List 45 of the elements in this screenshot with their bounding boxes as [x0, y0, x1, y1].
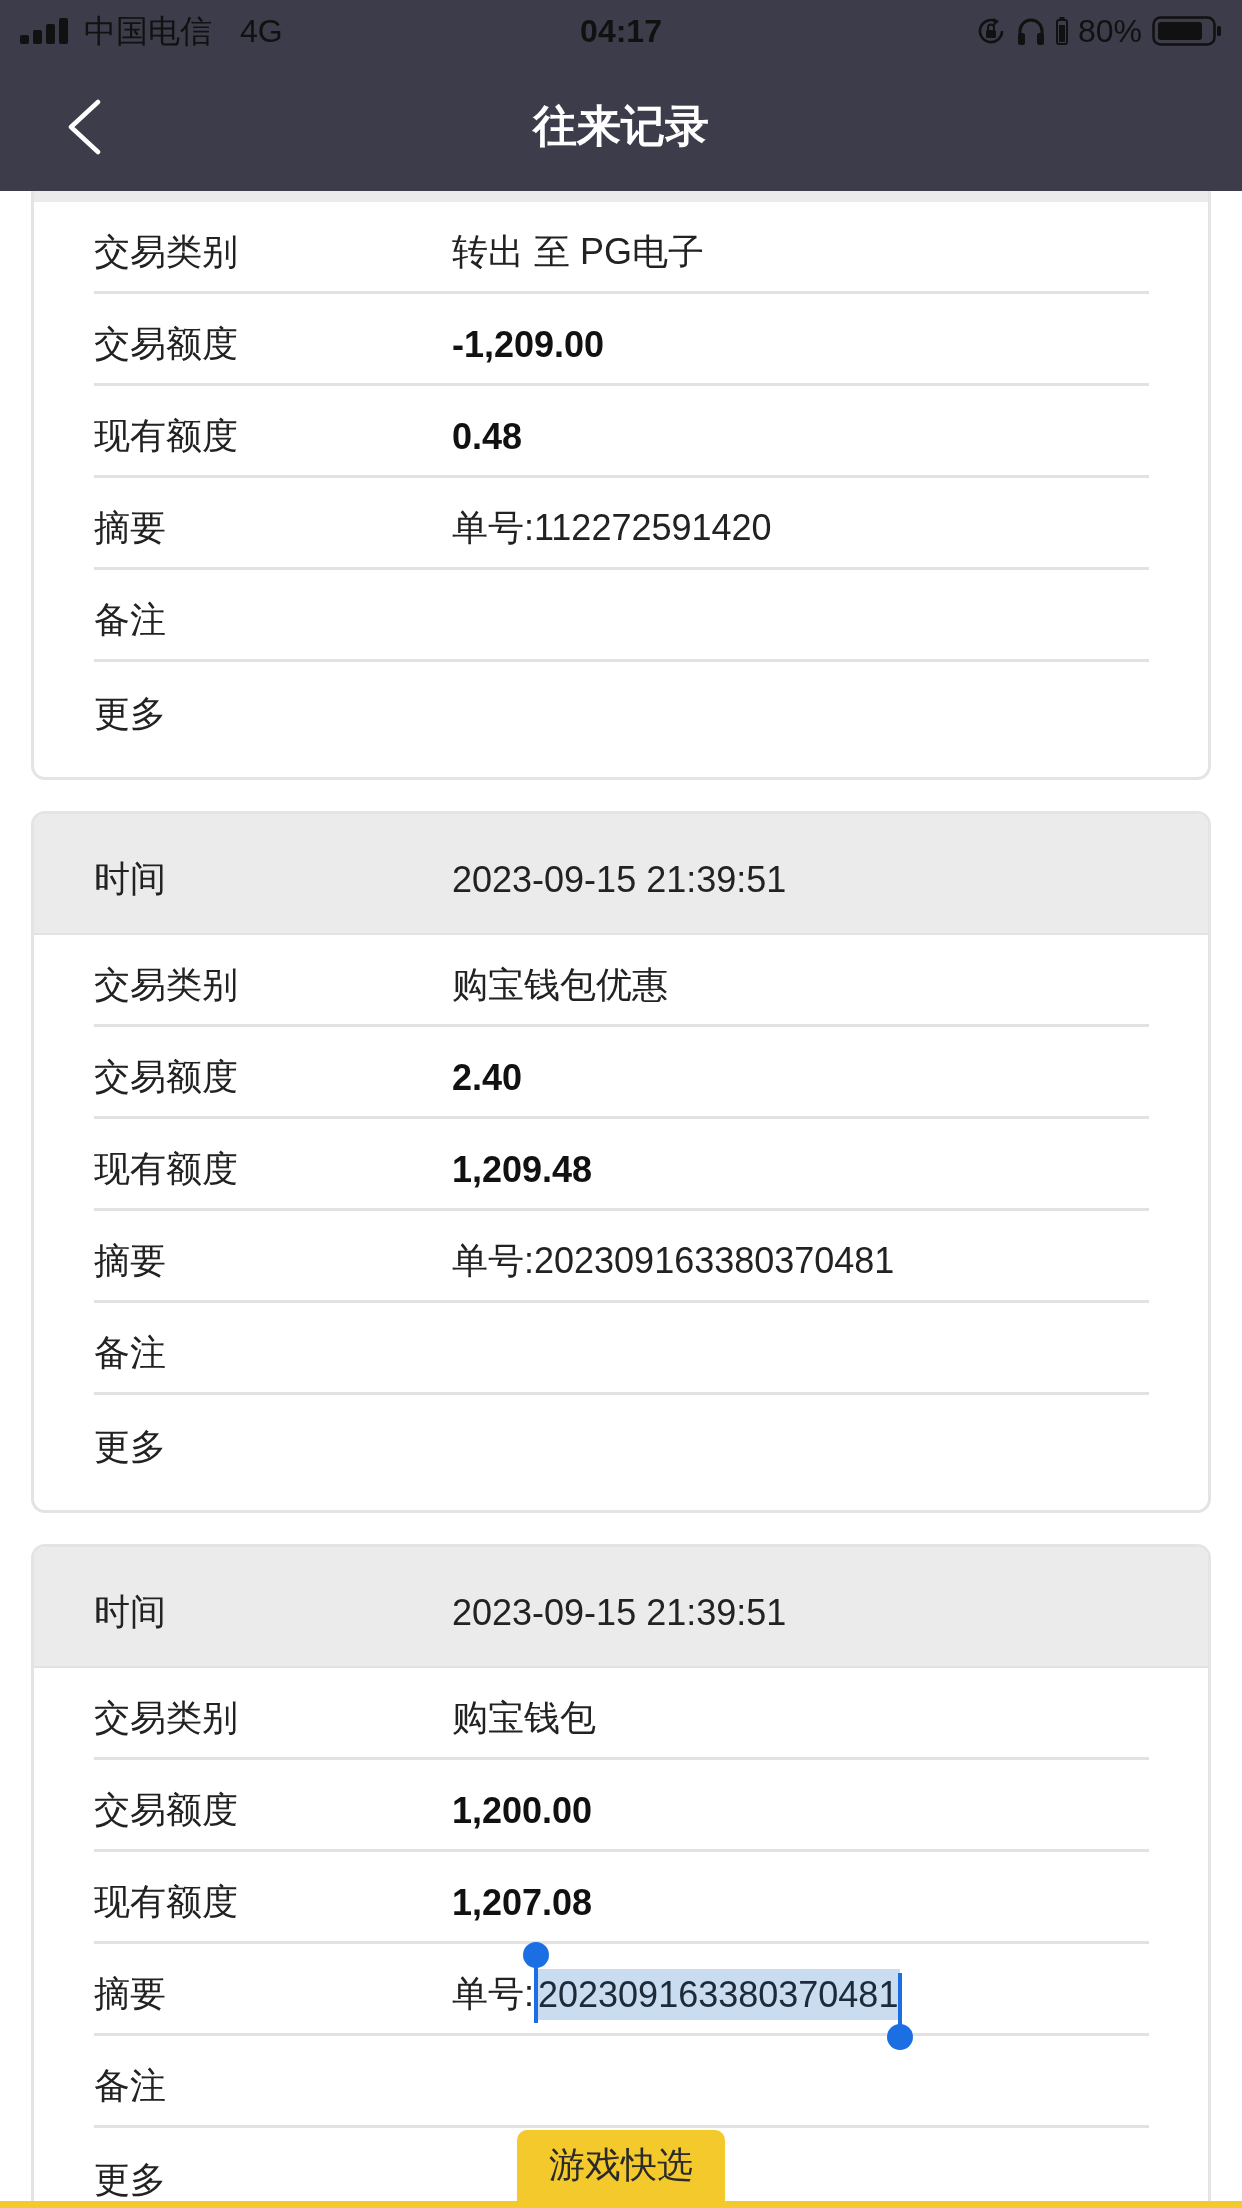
field-value: -1,209.00 [452, 323, 605, 366]
field-value: 1,207.08 [452, 1881, 593, 1924]
network-type: 4G [240, 15, 283, 47]
battery-icon [1152, 16, 1222, 46]
field-label: 交易额度 [94, 1055, 238, 1099]
field-label: 交易类别 [94, 963, 238, 1007]
game-quick-select-tab[interactable]: 游戏快选 [517, 2130, 725, 2201]
field-label: 交易类别 [94, 230, 238, 274]
field-label: 现有额度 [94, 414, 238, 458]
field-label: 交易额度 [94, 322, 238, 366]
signal-icon [20, 18, 70, 44]
time-value: 2023-09-15 21:39:51 [452, 1591, 787, 1634]
selected-text: 202309163380370481 [538, 1968, 901, 2021]
time-value: 2023-09-15 21:39:51 [452, 858, 787, 901]
field-label: 更多 [94, 1424, 166, 1469]
clock-time: 04:17 [580, 15, 662, 47]
page-title: 往来记录 [533, 100, 709, 152]
field-label: 摘要 [94, 1239, 166, 1283]
field-value: 转出 至 PG电子 [452, 230, 705, 274]
field-value: 0.48 [452, 415, 523, 458]
field-label: 更多 [94, 2157, 166, 2202]
field-label: 现有额度 [94, 1147, 238, 1191]
field-value: 单号:202309163380370481 [452, 1239, 895, 1283]
field-label: 备注 [94, 598, 166, 642]
field-value: 购宝钱包优惠 [452, 963, 668, 1007]
headphones-icon [1015, 16, 1046, 46]
field-value: 单号:112272591420 [452, 506, 772, 550]
time-label: 时间 [94, 857, 166, 901]
field-value: 2.40 [452, 1056, 523, 1099]
field-label: 更多 [94, 691, 166, 736]
field-label: 备注 [94, 1331, 166, 1375]
time-label: 时间 [94, 1590, 166, 1634]
field-value: 单号: [452, 1972, 534, 2016]
field-label: 交易类别 [94, 1696, 238, 1740]
field-label: 备注 [94, 2064, 166, 2108]
field-label: 现有额度 [94, 1880, 238, 1924]
headphone-battery-icon [1055, 17, 1068, 45]
field-label: 摘要 [94, 1972, 166, 2016]
battery-percent: 80% [1077, 15, 1142, 47]
field-label: 摘要 [94, 506, 166, 550]
carrier-name: 中国电信 [84, 15, 212, 47]
field-label: 交易额度 [94, 1788, 238, 1832]
field-value: 1,200.00 [452, 1789, 593, 1832]
field-value: 购宝钱包 [452, 1696, 596, 1740]
field-value: 1,209.48 [452, 1148, 593, 1191]
